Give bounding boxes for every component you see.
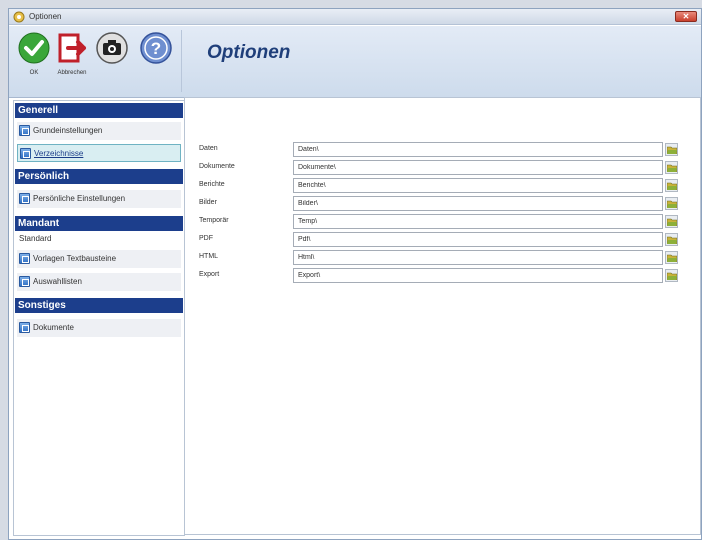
settings-page-icon — [20, 148, 31, 159]
ok-button[interactable]: OK — [17, 32, 51, 90]
app-icon — [13, 11, 25, 23]
directory-row-temporaer: Temporär — [199, 214, 679, 230]
browse-folder-button[interactable] — [665, 179, 678, 192]
sidebar-item-label: Vorlagen Textbausteine — [33, 254, 117, 263]
directory-row-html: HTML — [199, 250, 679, 266]
exit-icon — [58, 33, 86, 63]
directory-path-input[interactable] — [293, 196, 663, 211]
settings-page-icon — [19, 276, 30, 287]
mandant-name: Standard — [19, 234, 52, 243]
settings-page-icon — [19, 193, 30, 204]
browse-folder-button[interactable] — [665, 251, 678, 264]
sidebar-item-label: Verzeichnisse — [34, 149, 84, 158]
checkmark-icon — [18, 32, 50, 64]
directory-path-input[interactable] — [293, 232, 663, 247]
directory-label: Dokumente — [199, 163, 235, 170]
screenshot-button[interactable] — [95, 32, 129, 90]
sidebar-item-grundeinstellungen[interactable]: Grundeinstellungen — [17, 122, 181, 140]
svg-text:?: ? — [151, 39, 161, 58]
directory-label: Berichte — [199, 181, 225, 188]
sidebar-item-label: Grundeinstellungen — [33, 126, 103, 135]
close-icon: ✕ — [682, 12, 690, 21]
settings-page-icon — [19, 253, 30, 264]
help-button[interactable]: ? — [139, 32, 173, 90]
browse-folder-button[interactable] — [665, 197, 678, 210]
title-bar: Optionen ✕ — [9, 9, 701, 25]
directory-label: HTML — [199, 253, 219, 260]
help-icon: ? — [140, 32, 172, 64]
directory-row-pdf: PDF — [199, 232, 679, 248]
folder-icon — [667, 218, 677, 226]
browse-folder-button[interactable] — [665, 143, 678, 156]
camera-icon — [96, 32, 128, 64]
close-button[interactable]: ✕ — [675, 11, 697, 22]
toolbar-separator — [181, 30, 182, 92]
directory-path-input[interactable] — [293, 268, 663, 283]
directory-row-bilder: Bilder — [199, 196, 679, 212]
folder-icon — [667, 164, 677, 172]
folder-icon — [667, 200, 677, 208]
sidebar-item-label: Dokumente — [33, 323, 74, 332]
settings-page-icon — [19, 125, 30, 136]
folder-icon — [667, 146, 677, 154]
window-title: Optionen — [29, 12, 62, 21]
directory-label: PDF — [199, 235, 213, 242]
folder-icon — [667, 272, 677, 280]
cancel-button[interactable]: Abbrechen — [55, 32, 89, 90]
sidebar: Generell Grundeinstellungen Verzeichniss… — [13, 100, 185, 536]
section-header-generell: Generell — [15, 103, 183, 118]
directory-label: Temporär — [199, 217, 229, 224]
folder-icon — [667, 182, 677, 190]
browse-folder-button[interactable] — [665, 161, 678, 174]
folder-icon — [667, 236, 677, 244]
options-window: Optionen ✕ OK Abbrechen ? Optionen Gener… — [8, 8, 702, 540]
browse-folder-button[interactable] — [665, 215, 678, 228]
cancel-label: Abbrechen — [57, 70, 87, 76]
browse-folder-button[interactable] — [665, 269, 678, 282]
folder-icon — [667, 254, 677, 262]
directory-path-input[interactable] — [293, 160, 663, 175]
directory-path-input[interactable] — [293, 142, 663, 157]
ok-label: OK — [29, 70, 39, 76]
browse-folder-button[interactable] — [665, 233, 678, 246]
settings-page-icon — [19, 322, 30, 333]
directory-path-input[interactable] — [293, 214, 663, 229]
section-header-sonstiges: Sonstiges — [15, 298, 183, 313]
directory-path-input[interactable] — [293, 178, 663, 193]
sidebar-item-verzeichnisse[interactable]: Verzeichnisse — [17, 144, 181, 162]
directory-row-export: Export — [199, 268, 679, 284]
sidebar-item-persoenliche-einstellungen[interactable]: Persönliche Einstellungen — [17, 190, 181, 208]
directories-panel: Daten Dokumente Berichte Bilder — [184, 97, 701, 535]
directory-row-daten: Daten — [199, 142, 679, 158]
directory-label: Daten — [199, 145, 218, 152]
directory-row-dokumente: Dokumente — [199, 160, 679, 176]
directory-label: Export — [199, 271, 220, 278]
directory-path-input[interactable] — [293, 250, 663, 265]
page-title: Optionen — [207, 42, 291, 63]
sidebar-item-dokumente[interactable]: Dokumente — [17, 319, 181, 337]
sidebar-item-auswahllisten[interactable]: Auswahllisten — [17, 273, 181, 291]
section-header-mandant: Mandant — [15, 216, 183, 231]
section-header-persoenlich: Persönlich — [15, 169, 183, 184]
directory-row-berichte: Berichte — [199, 178, 679, 194]
directory-label: Bilder — [199, 199, 217, 206]
toolbar: OK Abbrechen ? Optionen — [9, 26, 701, 98]
sidebar-item-vorlagen-textbausteine[interactable]: Vorlagen Textbausteine — [17, 250, 181, 268]
sidebar-item-label: Persönliche Einstellungen — [33, 194, 126, 203]
sidebar-item-label: Auswahllisten — [33, 277, 82, 286]
